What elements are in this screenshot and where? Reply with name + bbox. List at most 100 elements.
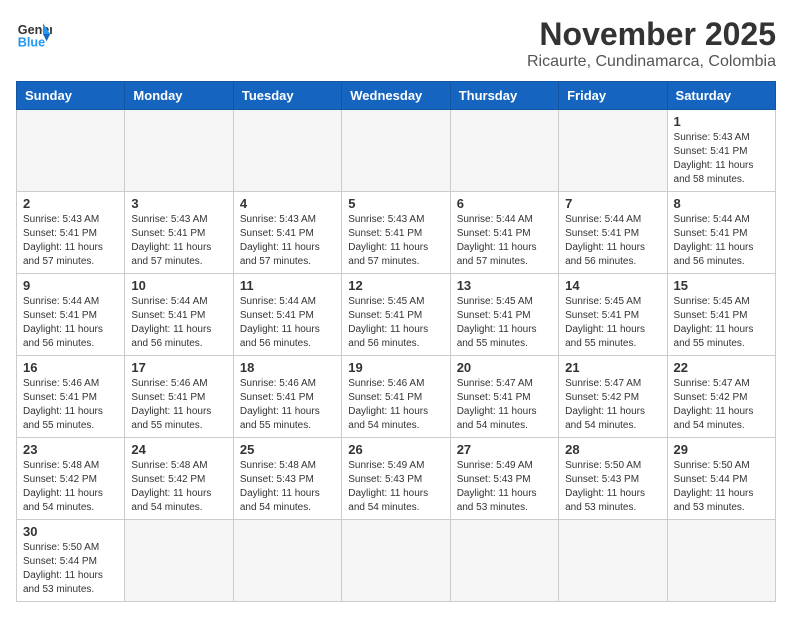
header-saturday: Saturday: [667, 82, 775, 110]
day-info: Sunrise: 5:46 AM Sunset: 5:41 PM Dayligh…: [240, 377, 335, 433]
calendar-week-row: 2 Sunrise: 5:43 AM Sunset: 5:41 PM Daylig…: [17, 192, 776, 274]
day-number: 22: [674, 360, 769, 375]
table-row: 26 Sunrise: 5:49 AM Sunset: 5:43 PM Dayli…: [342, 438, 450, 520]
day-info: Sunrise: 5:44 AM Sunset: 5:41 PM Dayligh…: [23, 295, 118, 351]
day-info: Sunrise: 5:45 AM Sunset: 5:41 PM Dayligh…: [348, 295, 443, 351]
day-number: 16: [23, 360, 118, 375]
day-number: 3: [131, 196, 226, 211]
day-number: 27: [457, 442, 552, 457]
table-row: [233, 110, 341, 192]
table-row: 6 Sunrise: 5:44 AM Sunset: 5:41 PM Daylig…: [450, 192, 558, 274]
table-row: 18Sunrise: 5:46 AM Sunset: 5:41 PM Dayli…: [233, 356, 341, 438]
table-row: [233, 520, 341, 602]
header-sunday: Sunday: [17, 82, 125, 110]
day-info: Sunrise: 5:44 AM Sunset: 5:41 PM Dayligh…: [131, 295, 226, 351]
day-info: Sunrise: 5:43 AM Sunset: 5:41 PM Dayligh…: [23, 213, 118, 269]
table-row: [125, 520, 233, 602]
table-row: 17 Sunrise: 5:46 AM Sunset: 5:41 PM Dayli…: [125, 356, 233, 438]
table-row: [450, 110, 558, 192]
table-row: 25 Sunrise: 5:48 AM Sunset: 5:43 PM Dayli…: [233, 438, 341, 520]
day-number: 26: [348, 442, 443, 457]
day-number: 25: [240, 442, 335, 457]
day-info: Sunrise: 5:45 AM Sunset: 5:41 PM Dayligh…: [565, 295, 660, 351]
day-number: 17: [131, 360, 226, 375]
day-number: 20: [457, 360, 552, 375]
day-info: Sunrise: 5:46 AM Sunset: 5:41 PM Dayligh…: [348, 377, 443, 433]
table-row: [667, 520, 775, 602]
logo: General Blue: [16, 16, 52, 52]
table-row: 9 Sunrise: 5:44 AM Sunset: 5:41 PM Daylig…: [17, 274, 125, 356]
day-number: 21: [565, 360, 660, 375]
calendar-table: Sunday Monday Tuesday Wednesday Thursday…: [16, 81, 776, 602]
day-info: Sunrise: 5:50 AM Sunset: 5:43 PM Dayligh…: [565, 459, 660, 515]
day-info: Sunrise: 5:48 AM Sunset: 5:42 PM Dayligh…: [23, 459, 118, 515]
day-info: Sunrise: 5:45 AM Sunset: 5:41 PM Dayligh…: [457, 295, 552, 351]
day-number: 2: [23, 196, 118, 211]
day-number: 1: [674, 114, 769, 129]
table-row: 21 Sunrise: 5:47 AM Sunset: 5:42 PM Dayli…: [559, 356, 667, 438]
header-thursday: Thursday: [450, 82, 558, 110]
month-title: November 2025: [527, 16, 776, 53]
header-wednesday: Wednesday: [342, 82, 450, 110]
table-row: [450, 520, 558, 602]
day-number: 10: [131, 278, 226, 293]
day-info: Sunrise: 5:46 AM Sunset: 5:41 PM Dayligh…: [131, 377, 226, 433]
day-info: Sunrise: 5:44 AM Sunset: 5:41 PM Dayligh…: [457, 213, 552, 269]
day-info: Sunrise: 5:47 AM Sunset: 5:42 PM Dayligh…: [565, 377, 660, 433]
svg-text:Blue: Blue: [18, 36, 45, 50]
table-row: [342, 110, 450, 192]
day-info: Sunrise: 5:48 AM Sunset: 5:43 PM Dayligh…: [240, 459, 335, 515]
calendar-week-row: 30 Sunrise: 5:50 AM Sunset: 5:44 PM Dayli…: [17, 520, 776, 602]
day-number: 7: [565, 196, 660, 211]
table-row: 23 Sunrise: 5:48 AM Sunset: 5:42 PM Dayli…: [17, 438, 125, 520]
table-row: 20Sunrise: 5:47 AM Sunset: 5:41 PM Dayli…: [450, 356, 558, 438]
table-row: 13 Sunrise: 5:45 AM Sunset: 5:41 PM Dayli…: [450, 274, 558, 356]
day-info: Sunrise: 5:50 AM Sunset: 5:44 PM Dayligh…: [674, 459, 769, 515]
table-row: 15Sunrise: 5:45 AM Sunset: 5:41 PM Dayli…: [667, 274, 775, 356]
table-row: [559, 520, 667, 602]
day-info: Sunrise: 5:43 AM Sunset: 5:41 PM Dayligh…: [348, 213, 443, 269]
day-info: Sunrise: 5:50 AM Sunset: 5:44 PM Dayligh…: [23, 541, 118, 597]
header-monday: Monday: [125, 82, 233, 110]
table-row: 12 Sunrise: 5:45 AM Sunset: 5:41 PM Dayli…: [342, 274, 450, 356]
table-row: 14 Sunrise: 5:45 AM Sunset: 5:41 PM Dayli…: [559, 274, 667, 356]
calendar-week-row: 16 Sunrise: 5:46 AM Sunset: 5:41 PM Dayli…: [17, 356, 776, 438]
table-row: 1Sunrise: 5:43 AM Sunset: 5:41 PM Daylig…: [667, 110, 775, 192]
table-row: 10 Sunrise: 5:44 AM Sunset: 5:41 PM Dayli…: [125, 274, 233, 356]
table-row: [559, 110, 667, 192]
day-info: Sunrise: 5:49 AM Sunset: 5:43 PM Dayligh…: [348, 459, 443, 515]
day-info: Sunrise: 5:47 AM Sunset: 5:42 PM Dayligh…: [674, 377, 769, 433]
day-number: 19: [348, 360, 443, 375]
day-info: Sunrise: 5:43 AM Sunset: 5:41 PM Dayligh…: [131, 213, 226, 269]
day-number: 13: [457, 278, 552, 293]
day-info: Sunrise: 5:45 AM Sunset: 5:41 PM Dayligh…: [674, 295, 769, 351]
day-info: Sunrise: 5:44 AM Sunset: 5:41 PM Dayligh…: [565, 213, 660, 269]
day-number: 14: [565, 278, 660, 293]
table-row: 27Sunrise: 5:49 AM Sunset: 5:43 PM Dayli…: [450, 438, 558, 520]
day-number: 5: [348, 196, 443, 211]
day-number: 9: [23, 278, 118, 293]
day-number: 8: [674, 196, 769, 211]
day-number: 23: [23, 442, 118, 457]
day-number: 12: [348, 278, 443, 293]
day-number: 24: [131, 442, 226, 457]
table-row: 8 Sunrise: 5:44 AM Sunset: 5:41 PM Daylig…: [667, 192, 775, 274]
day-number: 28: [565, 442, 660, 457]
day-info: Sunrise: 5:44 AM Sunset: 5:41 PM Dayligh…: [674, 213, 769, 269]
table-row: 30 Sunrise: 5:50 AM Sunset: 5:44 PM Dayli…: [17, 520, 125, 602]
logo-icon: General Blue: [16, 16, 52, 52]
table-row: 16Sunrise: 5:46 AM Sunset: 5:41 PM Dayli…: [17, 356, 125, 438]
day-info: Sunrise: 5:43 AM Sunset: 5:41 PM Dayligh…: [240, 213, 335, 269]
calendar-week-row: 1Sunrise: 5:43 AM Sunset: 5:41 PM Daylig…: [17, 110, 776, 192]
table-row: 4 Sunrise: 5:43 AM Sunset: 5:41 PM Daylig…: [233, 192, 341, 274]
day-number: 4: [240, 196, 335, 211]
day-info: Sunrise: 5:48 AM Sunset: 5:42 PM Dayligh…: [131, 459, 226, 515]
table-row: [125, 110, 233, 192]
table-row: 19 Sunrise: 5:46 AM Sunset: 5:41 PM Dayli…: [342, 356, 450, 438]
day-number: 30: [23, 524, 118, 539]
day-number: 6: [457, 196, 552, 211]
header-friday: Friday: [559, 82, 667, 110]
table-row: 29Sunrise: 5:50 AM Sunset: 5:44 PM Dayli…: [667, 438, 775, 520]
calendar-week-row: 9 Sunrise: 5:44 AM Sunset: 5:41 PM Daylig…: [17, 274, 776, 356]
calendar-week-row: 23 Sunrise: 5:48 AM Sunset: 5:42 PM Dayli…: [17, 438, 776, 520]
